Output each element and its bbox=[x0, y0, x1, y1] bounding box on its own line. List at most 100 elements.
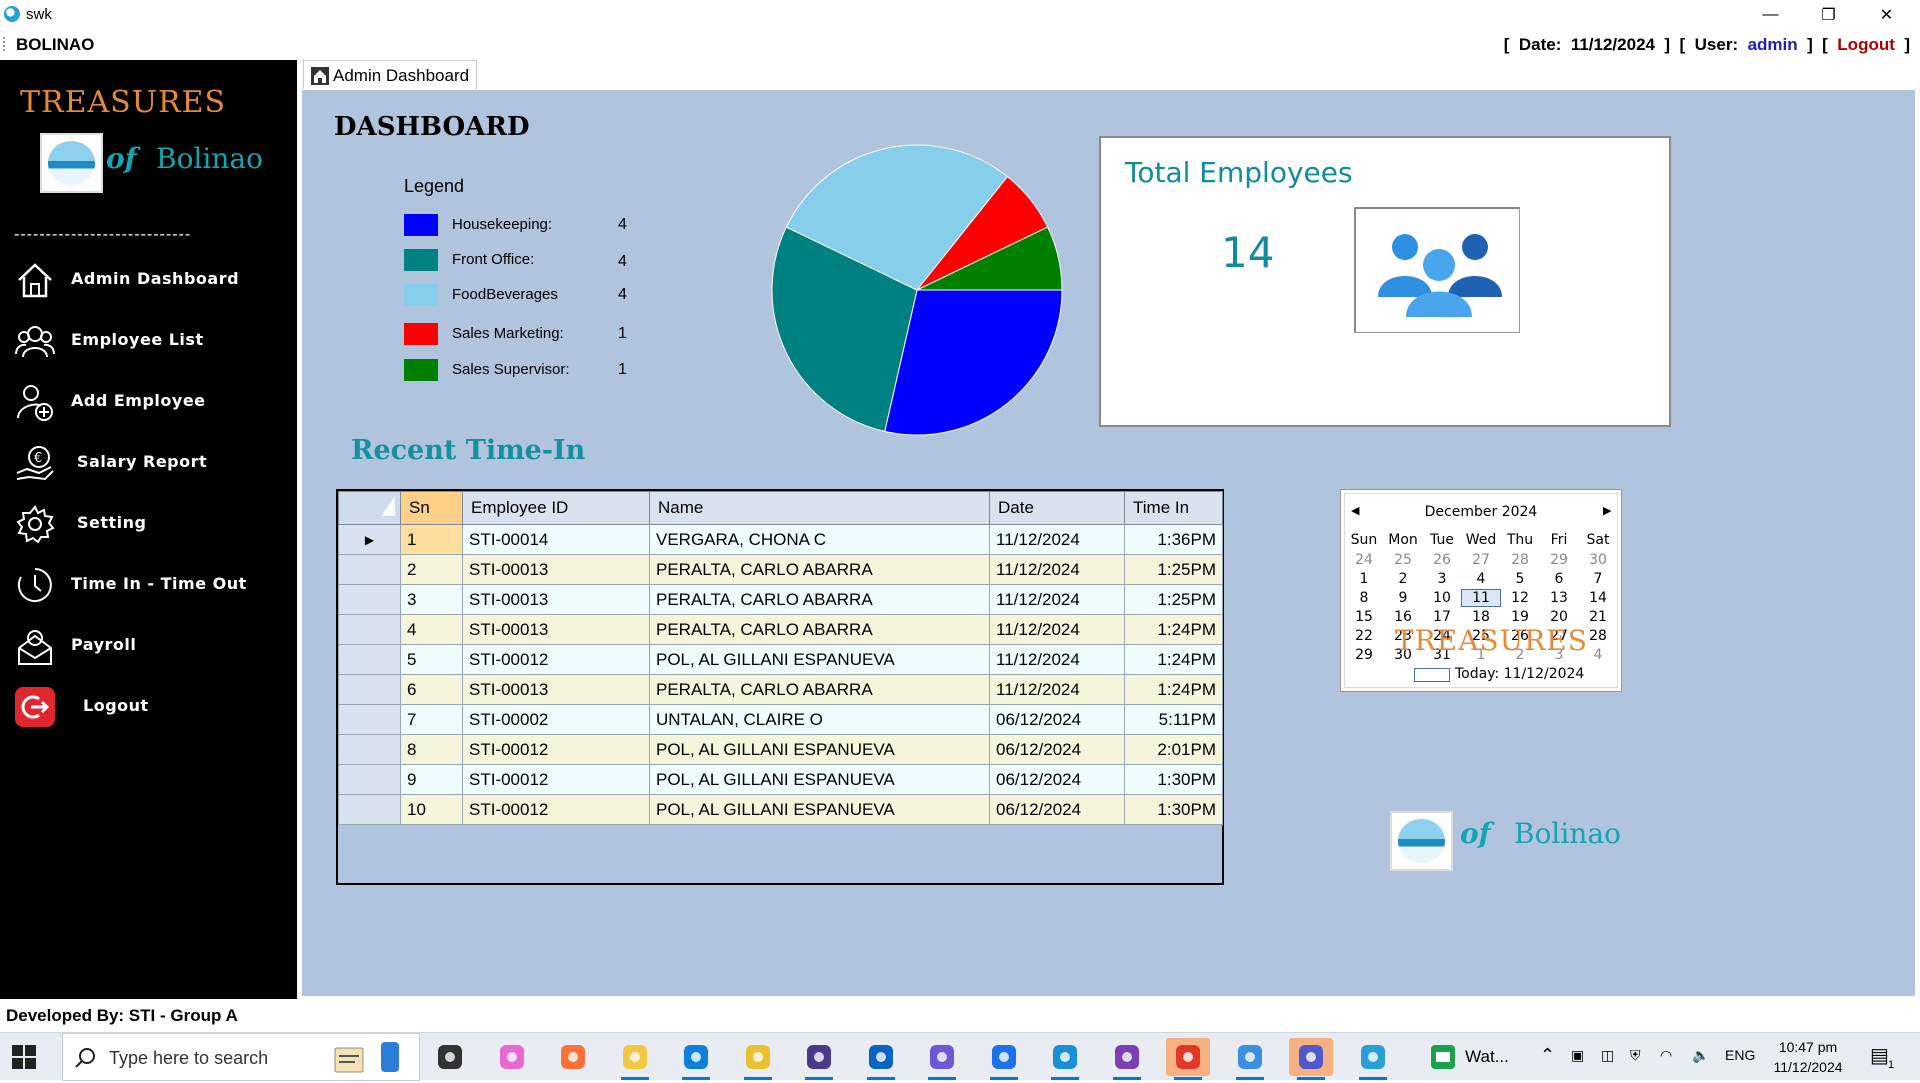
cell-time-in[interactable]: 5:11PM bbox=[1124, 704, 1223, 735]
calendar-day[interactable]: 12 bbox=[1501, 590, 1539, 606]
grid-corner[interactable] bbox=[338, 491, 401, 525]
cell-employee-id[interactable]: STI-00013 bbox=[462, 614, 650, 645]
cell-employee-id[interactable]: STI-00013 bbox=[462, 554, 650, 585]
cell-sn[interactable]: 4 bbox=[400, 614, 463, 645]
cell-employee-id[interactable]: STI-00014 bbox=[462, 524, 650, 555]
cell-sn[interactable]: 3 bbox=[400, 584, 463, 615]
calendar-day[interactable]: 5 bbox=[1501, 571, 1539, 587]
row-header[interactable] bbox=[338, 584, 401, 615]
minimize-button[interactable]: — bbox=[1742, 0, 1799, 29]
tray-app-icon[interactable]: ▣ bbox=[1571, 1047, 1584, 1064]
language-indicator[interactable]: ENG bbox=[1725, 1047, 1755, 1063]
table-row[interactable]: 2 STI-00013 PERALTA, CARLO ABARRA 11/12/202… bbox=[338, 554, 1223, 585]
table-row[interactable]: ▶ 1 STI-00014 VERGARA, CHONA C 11/12/2024 1:3… bbox=[338, 524, 1223, 555]
cell-time-in[interactable]: 2:01PM bbox=[1124, 734, 1223, 765]
calendar-day[interactable]: 27 bbox=[1462, 552, 1500, 568]
calendar-day[interactable]: 3 bbox=[1423, 571, 1461, 587]
cell-time-in[interactable]: 1:24PM bbox=[1124, 614, 1223, 645]
cell-employee-id[interactable]: STI-00013 bbox=[462, 674, 650, 705]
row-header[interactable] bbox=[338, 614, 401, 645]
cell-date[interactable]: 11/12/2024 bbox=[989, 524, 1125, 555]
cell-sn[interactable]: 2 bbox=[400, 554, 463, 585]
cell-name[interactable]: POL, AL GILLANI ESPANUEVA bbox=[649, 644, 990, 675]
cell-date[interactable]: 11/12/2024 bbox=[989, 584, 1125, 615]
windows-start-icon[interactable] bbox=[12, 1045, 36, 1074]
row-header[interactable] bbox=[338, 704, 401, 735]
calendar-day[interactable]: 8 bbox=[1345, 590, 1383, 606]
calendar-day[interactable]: 26 bbox=[1423, 552, 1461, 568]
teams-icon[interactable] bbox=[1289, 1038, 1333, 1080]
sidebar-item-logout[interactable]: Logout bbox=[0, 681, 297, 731]
sidebar-item-setting[interactable]: Setting bbox=[0, 498, 297, 548]
task-view-icon[interactable] bbox=[428, 1038, 472, 1076]
row-header[interactable] bbox=[338, 554, 401, 585]
wifi-icon[interactable]: ◠ bbox=[1660, 1047, 1672, 1064]
cell-time-in[interactable]: 1:25PM bbox=[1124, 554, 1223, 585]
next-month-button[interactable]: ▶ bbox=[1603, 504, 1611, 517]
notification-icon[interactable]: ▤ bbox=[1870, 1043, 1889, 1068]
cell-sn[interactable]: 1 bbox=[400, 524, 463, 555]
calendar-day[interactable]: 24 bbox=[1345, 552, 1383, 568]
cell-sn[interactable]: 7 bbox=[400, 704, 463, 735]
taskbar-search[interactable]: Type here to search bbox=[62, 1033, 420, 1081]
calendar-day[interactable]: 22 bbox=[1345, 628, 1383, 644]
calendar-day[interactable]: 1 bbox=[1345, 571, 1383, 587]
cell-employee-id[interactable]: STI-00012 bbox=[462, 734, 650, 765]
sidebar-item-employee-list[interactable]: Employee List bbox=[0, 315, 297, 365]
cell-name[interactable]: POL, AL GILLANI ESPANUEVA bbox=[649, 734, 990, 765]
jw-icon[interactable] bbox=[797, 1038, 841, 1080]
calendar-day[interactable]: 30 bbox=[1579, 552, 1617, 568]
edge-icon[interactable] bbox=[674, 1038, 718, 1080]
logout-link[interactable]: Logout bbox=[1837, 35, 1895, 54]
calendar-day[interactable]: 17 bbox=[1423, 609, 1461, 625]
cell-name[interactable]: PERALTA, CARLO ABARRA bbox=[649, 554, 990, 585]
close-button[interactable]: ✕ bbox=[1858, 0, 1915, 29]
cell-name[interactable]: PERALTA, CARLO ABARRA bbox=[649, 674, 990, 705]
column-header-sn[interactable]: Sn bbox=[400, 491, 463, 525]
calendar-day[interactable]: 2 bbox=[1384, 571, 1422, 587]
table-row[interactable]: 9 STI-00012 POL, AL GILLANI ESPANUEVA 06/12… bbox=[338, 764, 1223, 795]
calendar-day[interactable]: 15 bbox=[1345, 609, 1383, 625]
cell-date[interactable]: 11/12/2024 bbox=[989, 614, 1125, 645]
cell-date[interactable]: 06/12/2024 bbox=[989, 764, 1125, 795]
row-header[interactable] bbox=[338, 794, 401, 825]
firefox-icon[interactable] bbox=[551, 1038, 595, 1076]
cell-name[interactable]: PERALTA, CARLO ABARRA bbox=[649, 584, 990, 615]
table-row[interactable]: 8 STI-00012 POL, AL GILLANI ESPANUEVA 06/12… bbox=[338, 734, 1223, 765]
cell-date[interactable]: 06/12/2024 bbox=[989, 794, 1125, 825]
calendar-day[interactable]: 4 bbox=[1462, 571, 1500, 587]
table-row[interactable]: 6 STI-00013 PERALTA, CARLO ABARRA 11/12/202… bbox=[338, 674, 1223, 705]
cell-time-in[interactable]: 1:25PM bbox=[1124, 584, 1223, 615]
calendar-day[interactable]: 29 bbox=[1345, 647, 1383, 663]
column-header-date[interactable]: Date bbox=[989, 491, 1125, 525]
cell-time-in[interactable]: 1:24PM bbox=[1124, 644, 1223, 675]
today-label[interactable]: Today: 11/12/2024 bbox=[1455, 666, 1584, 682]
cell-date[interactable]: 06/12/2024 bbox=[989, 704, 1125, 735]
calendar-day[interactable]: 6 bbox=[1540, 571, 1578, 587]
table-row[interactable]: 5 STI-00012 POL, AL GILLANI ESPANUEVA 11/12… bbox=[338, 644, 1223, 675]
cell-sn[interactable]: 9 bbox=[400, 764, 463, 795]
cell-employee-id[interactable]: STI-00012 bbox=[462, 794, 650, 825]
row-header[interactable] bbox=[338, 764, 401, 795]
cell-date[interactable]: 11/12/2024 bbox=[989, 644, 1125, 675]
tray-security-icon[interactable]: ⛨ bbox=[1630, 1047, 1641, 1064]
box-icon[interactable] bbox=[1043, 1038, 1087, 1080]
cell-employee-id[interactable]: STI-00013 bbox=[462, 584, 650, 615]
sidebar-item-add-employee[interactable]: Add Employee bbox=[0, 376, 297, 426]
calendar-day[interactable]: 16 bbox=[1384, 609, 1422, 625]
cell-name[interactable]: POL, AL GILLANI ESPANUEVA bbox=[649, 764, 990, 795]
calendar-day[interactable]: 25 bbox=[1384, 552, 1422, 568]
calendar-day[interactable]: 21 bbox=[1579, 609, 1617, 625]
cell-sn[interactable]: 10 bbox=[400, 794, 463, 825]
calendar-day[interactable]: 19 bbox=[1501, 609, 1539, 625]
outlook-icon[interactable] bbox=[859, 1038, 903, 1080]
visual-studio-icon[interactable] bbox=[1105, 1038, 1149, 1080]
recent-time-in-grid[interactable]: Sn Employee ID Name Date Time In ▶ 1 STI-0… bbox=[336, 489, 1224, 885]
app-icon[interactable] bbox=[920, 1038, 964, 1080]
app-folder-icon[interactable] bbox=[1228, 1038, 1272, 1080]
row-header[interactable] bbox=[338, 674, 401, 705]
cell-employee-id[interactable]: STI-00012 bbox=[462, 764, 650, 795]
calendar-day[interactable]: 28 bbox=[1501, 552, 1539, 568]
taskbar-clock[interactable]: 10:47 pm 11/12/2024 bbox=[1766, 1037, 1850, 1077]
volume-icon[interactable]: 🔈 bbox=[1692, 1047, 1709, 1064]
